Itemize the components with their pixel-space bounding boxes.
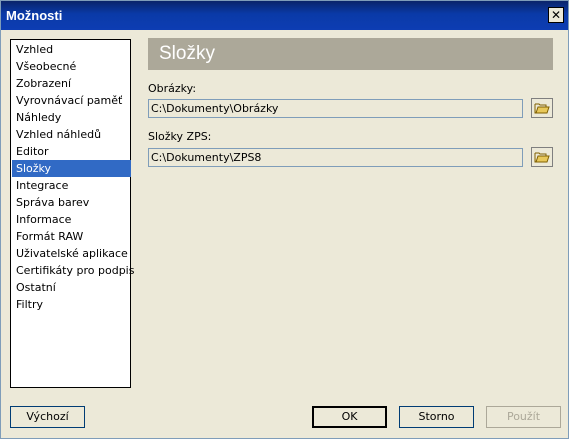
dialog-body: Vzhled Všeobecné Zobrazení Vyrovnávací p…: [1, 30, 568, 438]
nav-item-ostatni[interactable]: Ostatní: [12, 279, 131, 296]
nav-item-vyrovnavaci-pamet[interactable]: Vyrovnávací paměť: [12, 92, 131, 109]
nav-item-zobrazeni[interactable]: Zobrazení: [12, 75, 131, 92]
nav-item-integrace[interactable]: Integrace: [12, 177, 131, 194]
nav-item-slozky[interactable]: Složky: [12, 160, 131, 177]
zps-folders-label: Složky ZPS:: [148, 130, 212, 143]
ok-button[interactable]: OK: [312, 406, 387, 428]
browse-images-button[interactable]: [531, 98, 553, 118]
nav-item-format-raw[interactable]: Formát RAW: [12, 228, 131, 245]
nav-item-nahledy[interactable]: Náhledy: [12, 109, 131, 126]
options-dialog: Možnosti ✕ Vzhled Všeobecné Zobrazení Vy…: [0, 0, 569, 439]
close-button[interactable]: ✕: [548, 7, 564, 23]
nav-item-filtry[interactable]: Filtry: [12, 296, 131, 313]
zps-path-field[interactable]: [148, 148, 523, 167]
default-settings-button[interactable]: Výchozí: [10, 406, 85, 428]
apply-button[interactable]: Použít: [486, 406, 561, 428]
window-title: Možnosti: [6, 8, 63, 23]
cancel-button[interactable]: Storno: [399, 406, 474, 428]
nav-item-informace[interactable]: Informace: [12, 211, 131, 228]
images-label: Obrázky:: [148, 82, 197, 95]
nav-item-uzivatelske-aplikace[interactable]: Uživatelské aplikace: [12, 245, 131, 262]
nav-item-sprava-barev[interactable]: Správa barev: [12, 194, 131, 211]
open-folder-icon: [534, 103, 550, 114]
nav-item-vzhled[interactable]: Vzhled: [12, 41, 131, 58]
title-bar: Možnosti ✕: [1, 1, 568, 30]
nav-item-certifikaty[interactable]: Certifikáty pro podpis: [12, 262, 134, 279]
category-list[interactable]: Vzhled Všeobecné Zobrazení Vyrovnávací p…: [10, 39, 134, 388]
browse-zps-button[interactable]: [531, 147, 553, 167]
nav-item-editor[interactable]: Editor: [12, 143, 131, 160]
nav-item-vseobecne[interactable]: Všeobecné: [12, 58, 131, 75]
images-path-field[interactable]: [148, 99, 523, 118]
nav-item-vzhled-nahledu[interactable]: Vzhled náhledů: [12, 126, 131, 143]
section-header: Složky: [148, 38, 553, 70]
open-folder-icon: [534, 152, 550, 163]
close-icon: ✕: [550, 8, 562, 22]
